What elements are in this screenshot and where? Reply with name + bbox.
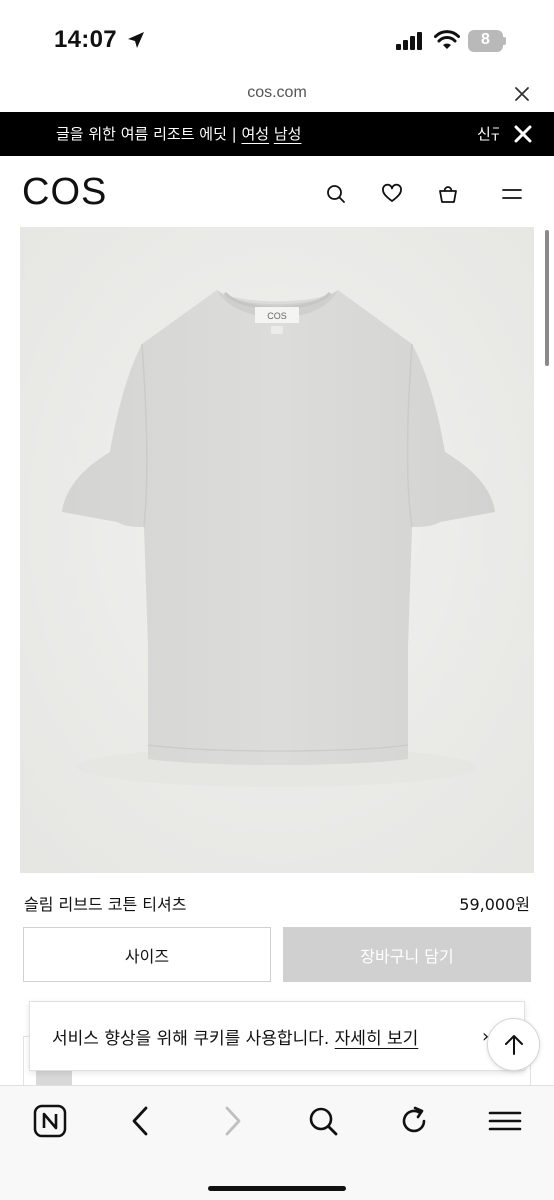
product-name: 슬림 리브드 코튼 티셔츠	[24, 895, 187, 914]
cookie-more-link[interactable]: 자세히 보기	[335, 1029, 419, 1049]
promo-text: 글을 위한 여름 리조트 에딧 | 여성 남성	[56, 123, 301, 144]
add-to-cart-label: 장바구니 담기	[360, 946, 454, 966]
naver-icon[interactable]	[33, 1104, 67, 1138]
search-icon[interactable]	[325, 183, 347, 205]
battery-icon: 8	[468, 30, 506, 52]
menu-icon[interactable]	[488, 1104, 522, 1138]
reload-icon[interactable]	[397, 1104, 431, 1138]
browser-toolbar	[0, 1085, 554, 1200]
status-time: 14:07	[54, 26, 117, 53]
bag-icon[interactable]	[437, 183, 459, 205]
promo-prefix: 글을 위한 여름 리조트 에딧 |	[56, 125, 242, 143]
close-icon[interactable]	[514, 125, 532, 143]
heart-icon[interactable]	[381, 183, 403, 205]
cos-logo[interactable]: COS	[22, 171, 107, 214]
search-icon[interactable]	[306, 1104, 340, 1138]
status-bar: 14:07 8	[0, 0, 554, 76]
cookie-message-text: 서비스 향상을 위해 쿠키를 사용합니다.	[52, 1029, 335, 1049]
url-text[interactable]: cos.com	[0, 84, 554, 102]
browser-url-bar[interactable]: cos.com	[0, 76, 554, 112]
product-price: 59,000원	[459, 895, 530, 914]
promo-link-men[interactable]: 남성	[274, 125, 302, 143]
menu-icon[interactable]	[501, 183, 523, 205]
forward-icon[interactable]	[215, 1104, 249, 1138]
cookie-banner: 서비스 향상을 위해 쿠키를 사용합니다. 자세히 보기 ›	[29, 1001, 525, 1071]
scroll-to-top-button[interactable]	[487, 1018, 540, 1071]
add-to-cart-button[interactable]: 장바구니 담기	[283, 927, 531, 982]
promo-banner: 글을 위한 여름 리조트 에딧 | 여성 남성 신규	[0, 112, 554, 156]
arrow-up-icon	[504, 1034, 523, 1055]
product-image[interactable]: COS	[20, 227, 534, 873]
battery-level: 8	[481, 31, 490, 48]
location-arrow-icon	[128, 32, 144, 48]
promo-link-women[interactable]: 여성	[241, 125, 269, 143]
page-scrollbar[interactable]	[545, 230, 549, 366]
shirt-tag-label: COS	[267, 311, 287, 321]
close-icon[interactable]	[514, 86, 530, 102]
back-icon[interactable]	[124, 1104, 158, 1138]
wifi-icon	[434, 30, 460, 49]
signal-icon	[396, 32, 422, 50]
cookie-message: 서비스 향상을 위해 쿠키를 사용합니다. 자세히 보기	[52, 1024, 418, 1049]
site-header: COS	[0, 156, 554, 226]
size-button-label: 사이즈	[124, 946, 170, 966]
tshirt-illustration: COS	[20, 227, 534, 873]
home-indicator[interactable]	[208, 1186, 346, 1191]
promo-next-text: 신규	[477, 125, 499, 143]
size-button[interactable]: 사이즈	[23, 927, 271, 982]
